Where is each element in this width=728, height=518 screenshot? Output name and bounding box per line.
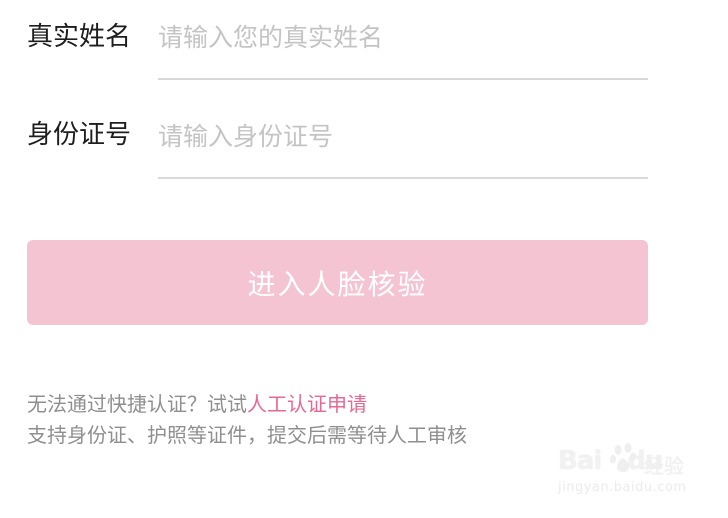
manual-verification-link[interactable]: 人工认证申请 [247, 392, 367, 416]
baidu-jingyan-watermark: Bai du 经验 jingyan.baidu.com [558, 440, 698, 500]
watermark-url: jingyan.baidu.com [558, 480, 687, 495]
id-number-input[interactable] [158, 116, 648, 156]
paw-icon [610, 443, 636, 472]
name-label: 真实姓名 [27, 22, 132, 52]
manual-verification-hint-text: 无法通过快捷认证？试试 [27, 392, 247, 416]
id-number-input-underline [158, 177, 648, 179]
watermark-name: 经验 [644, 454, 684, 478]
enter-face-verification-button[interactable]: 进入人脸核验 [27, 240, 648, 325]
manual-verification-hint: 无法通过快捷认证？试试人工认证申请 [27, 394, 367, 414]
id-number-label: 身份证号 [27, 120, 132, 150]
name-input-underline [158, 78, 648, 80]
supported-documents-note: 支持身份证、护照等证件，提交后需等待人工审核 [27, 423, 467, 447]
name-input[interactable] [158, 17, 648, 57]
